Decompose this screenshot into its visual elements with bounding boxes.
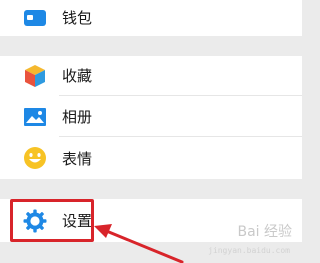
menu-item-favorites[interactable]: 收藏 [0,56,302,96]
favorites-cube-icon [23,64,47,88]
smiley-icon [23,146,47,170]
menu-item-label: 收藏 [62,67,93,85]
album-image-icon [23,105,47,129]
menu-item-stickers[interactable]: 表情 [0,137,302,179]
watermark-url: jingyan.baidu.com [208,246,290,255]
watermark-logo: Bai 经验 [237,224,292,240]
menu-item-label: 钱包 [62,9,93,27]
highlight-box [10,199,94,242]
menu-item-label: 表情 [62,150,93,168]
wallet-icon [23,6,47,30]
menu-item-label: 相册 [62,108,93,126]
menu-item-album[interactable]: 相册 [0,96,302,137]
menu-item-wallet[interactable]: 钱包 [0,0,302,36]
